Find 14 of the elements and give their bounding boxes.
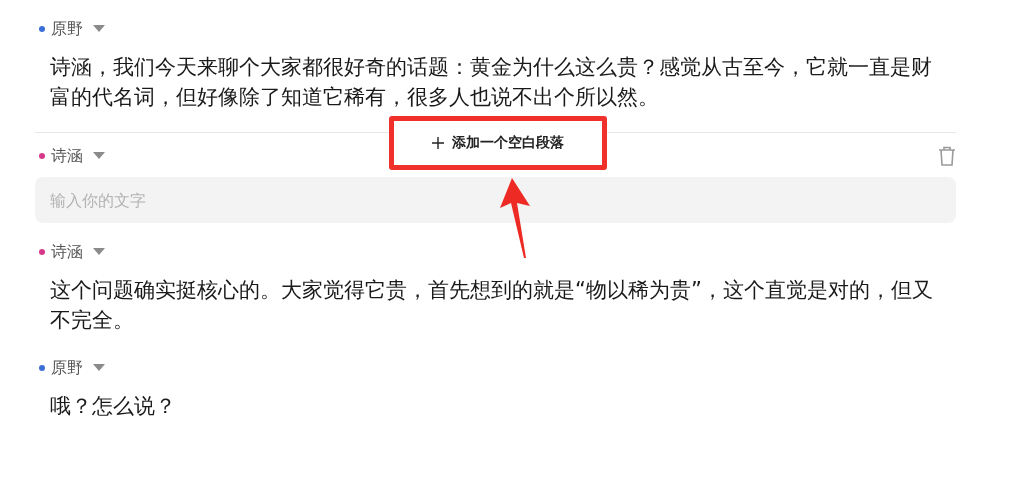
trash-icon[interactable] xyxy=(938,146,956,166)
caret-icon[interactable] xyxy=(93,152,105,160)
caret-icon[interactable] xyxy=(93,364,105,372)
speaker-name: 诗涵 xyxy=(51,241,83,263)
paragraph-text: 哦？怎么说？ xyxy=(49,393,177,420)
speaker-name: 原野 xyxy=(51,357,83,379)
speaker-name: 原野 xyxy=(51,18,83,40)
paragraph-text: 这个问题确实挺核心的。大家觉得它贵，首先想到的就是“物以稀为贵”，这个直觉是对的，但又不完全。 xyxy=(49,277,934,334)
speaker-name: 诗涵 xyxy=(51,145,83,167)
caret-icon[interactable] xyxy=(93,248,105,256)
plus-icon xyxy=(432,137,444,149)
paragraph-text: 诗涵，我们今天来聊个大家都很好奇的话题：黄金为什么这么贵？感觉从古至今，它就一直是财富的代名词，但好像除了知道它稀有，很多人也说不出个所以然。 xyxy=(49,54,933,111)
caret-icon[interactable] xyxy=(93,25,105,33)
text-input-field[interactable]: 输入你的文字 xyxy=(35,177,956,223)
